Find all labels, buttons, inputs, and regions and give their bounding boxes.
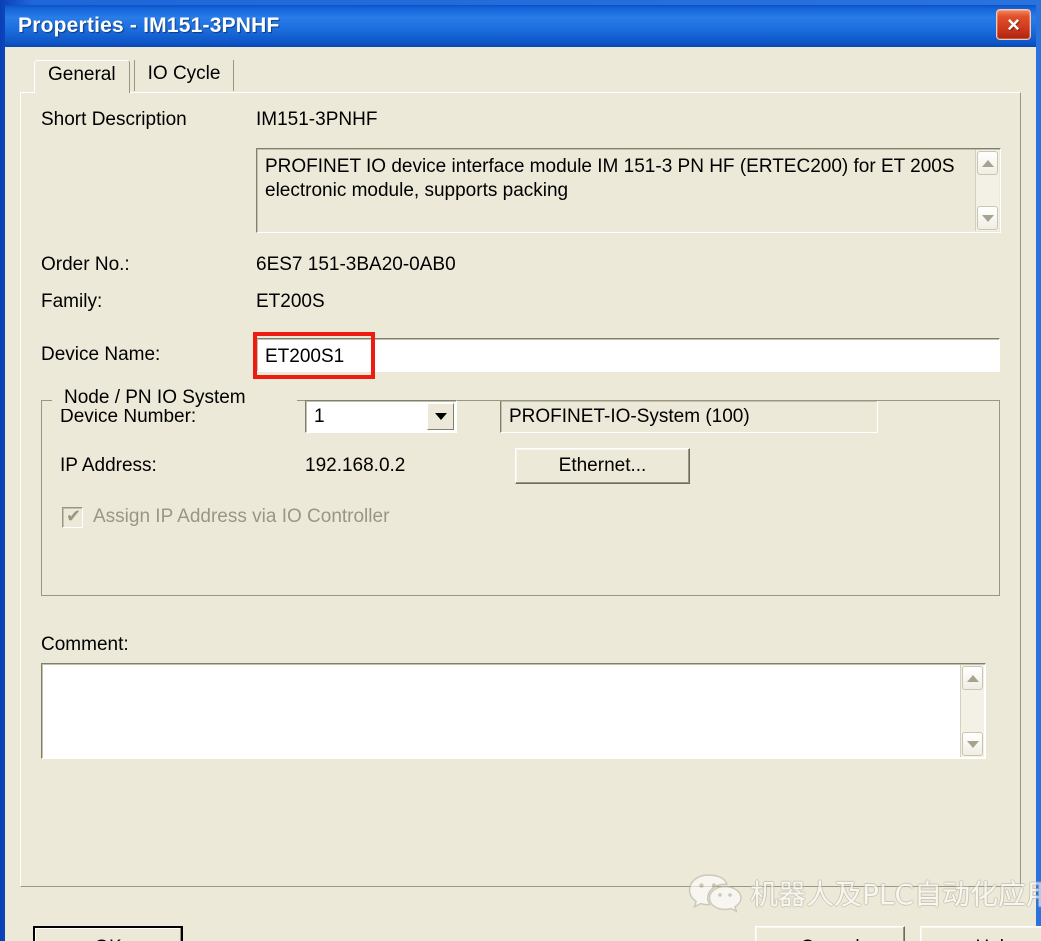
- comment-textarea[interactable]: [41, 663, 986, 759]
- ip-address-value: 192.168.0.2: [305, 455, 406, 476]
- comment-scrollbar[interactable]: [960, 665, 984, 757]
- title-bar[interactable]: Properties - IM151-3PNHF ×: [5, 5, 1036, 47]
- order-no-value: 6ES7 151-3BA20-0AB0: [256, 254, 456, 275]
- comment-section: Comment:: [41, 634, 1000, 759]
- tab-strip: General IO Cycle: [20, 60, 1021, 93]
- close-button[interactable]: ×: [996, 9, 1031, 40]
- tab-general-label: General: [48, 64, 116, 86]
- description-scrollbar[interactable]: [975, 150, 999, 231]
- assign-ip-checkbox-row: ✔ Assign IP Address via IO Controller: [62, 506, 999, 528]
- device-name-row: Device Name: ET200S1: [41, 332, 1000, 379]
- chevron-up-icon: [966, 674, 979, 682]
- short-description-value: IM151-3PNHF: [256, 109, 378, 130]
- device-name-input[interactable]: ET200S1: [256, 338, 1000, 372]
- device-name-label: Device Name:: [41, 344, 161, 365]
- tab-general[interactable]: General: [34, 60, 130, 93]
- ip-address-row: IP Address: 192.168.0.2 Ethernet...: [60, 448, 999, 484]
- help-button[interactable]: Help: [920, 926, 1041, 941]
- dialog-client-area: General IO Cycle Short Description IM151…: [5, 47, 1041, 941]
- chevron-down-icon: [981, 214, 994, 222]
- pn-io-system-value: PROFINET-IO-System (100): [509, 405, 750, 427]
- ethernet-button[interactable]: Ethernet...: [515, 448, 690, 484]
- tab-io-cycle-label: IO Cycle: [147, 63, 221, 85]
- description-text: PROFINET IO device interface module IM 1…: [265, 156, 955, 201]
- close-icon: ×: [1007, 11, 1020, 37]
- family-label: Family:: [41, 291, 103, 312]
- tab-io-cycle[interactable]: IO Cycle: [133, 60, 235, 91]
- scroll-up-button[interactable]: [962, 666, 983, 690]
- cancel-button-label: Cancel: [800, 937, 859, 941]
- ok-button[interactable]: OK: [33, 926, 183, 941]
- order-no-label: Order No.:: [41, 254, 130, 275]
- pn-io-system-field: PROFINET-IO-System (100): [500, 400, 878, 433]
- chevron-up-icon: [981, 159, 994, 167]
- assign-ip-checkbox: ✔: [62, 505, 83, 528]
- short-description-label: Short Description: [41, 109, 187, 130]
- order-no-row: Order No.: 6ES7 151-3BA20-0AB0: [41, 254, 1000, 276]
- checkmark-icon: ✔: [66, 505, 82, 526]
- node-pn-io-system-group: Node / PN IO System Device Number: 1 PRO…: [41, 387, 1000, 596]
- device-number-dropdown-button[interactable]: [427, 403, 454, 430]
- properties-dialog-window: Properties - IM151-3PNHF × General IO Cy…: [0, 0, 1041, 941]
- ethernet-button-label: Ethernet...: [558, 455, 647, 476]
- device-name-value: ET200S1: [265, 345, 345, 367]
- tab-panel-general: Short Description IM151-3PNHF PROFINET I…: [20, 92, 1021, 887]
- help-button-label: Help: [975, 937, 1014, 941]
- device-number-dropdown[interactable]: 1: [305, 400, 457, 433]
- family-row: Family: ET200S: [41, 291, 1000, 313]
- description-textarea[interactable]: PROFINET IO device interface module IM 1…: [256, 148, 1001, 233]
- ip-address-label: IP Address:: [60, 455, 157, 476]
- comment-label: Comment:: [41, 634, 129, 655]
- scroll-down-button[interactable]: [977, 206, 998, 230]
- assign-ip-label: Assign IP Address via IO Controller: [93, 506, 390, 527]
- group-border-left-segment: [42, 400, 52, 401]
- scroll-up-button[interactable]: [977, 151, 998, 175]
- window-title: Properties - IM151-3PNHF: [18, 14, 280, 37]
- cancel-button[interactable]: Cancel: [755, 926, 905, 941]
- device-number-value: 1: [314, 405, 325, 427]
- ok-button-label: OK: [94, 937, 121, 941]
- description-field-wrap: PROFINET IO device interface module IM 1…: [256, 148, 1001, 233]
- chevron-down-icon: [434, 413, 447, 420]
- family-value: ET200S: [256, 291, 325, 312]
- node-group-legend: Node / PN IO System: [58, 387, 252, 409]
- dialog-footer: OK Cancel Help: [5, 920, 1041, 941]
- short-description-row: Short Description IM151-3PNHF: [41, 109, 1000, 131]
- chevron-down-icon: [966, 740, 979, 748]
- scroll-down-button[interactable]: [962, 732, 983, 756]
